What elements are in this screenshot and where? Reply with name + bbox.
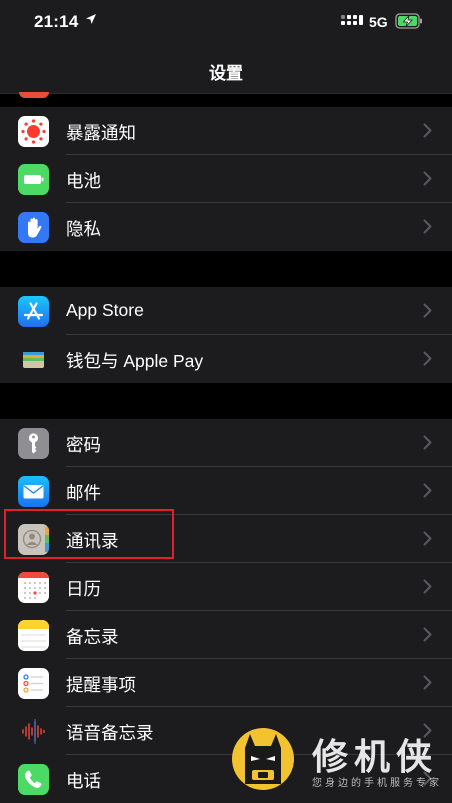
settings-row-app-store[interactable]: App Store	[0, 287, 452, 335]
settings-row-label: 备忘录	[66, 627, 119, 647]
watermark: 修机侠 您身边的手机服务专家	[230, 726, 452, 796]
reminders-icon	[18, 668, 49, 699]
navigation-bar: 设置	[0, 44, 452, 94]
settings-row-privacy[interactable]: 隐私	[0, 203, 452, 251]
settings-row-label: 暴露通知	[66, 123, 136, 143]
chevron-right-icon	[423, 483, 432, 498]
exposure-notification-icon	[18, 116, 49, 147]
chevron-right-icon	[423, 675, 432, 690]
watermark-title: 修机侠	[312, 736, 439, 777]
battery-charging-icon	[395, 13, 422, 29]
chevron-right-icon	[423, 579, 432, 594]
settings-row-notes[interactable]: 备忘录	[0, 611, 452, 659]
key-icon	[18, 428, 49, 459]
chevron-right-icon	[423, 351, 432, 366]
settings-row-label: 电话	[66, 771, 101, 791]
scrolled-icon-edge	[19, 92, 49, 98]
wallet-icon	[18, 344, 49, 375]
cellular-signal-icon	[341, 15, 363, 25]
location-arrow-icon	[86, 14, 96, 24]
settings-row-exposure-notification[interactable]: 暴露通知	[0, 107, 452, 155]
batman-logo-icon	[232, 728, 294, 790]
settings-row-label: 邮件	[66, 483, 101, 503]
chevron-right-icon	[423, 171, 432, 186]
settings-row-label: App Store	[66, 300, 144, 320]
settings-row-label: 隐私	[66, 219, 101, 239]
network-type: 5G	[369, 14, 388, 30]
notes-icon	[18, 620, 49, 651]
settings-group-2: App Store 钱包与 Apple Pay	[0, 287, 452, 383]
app-store-icon	[18, 296, 49, 327]
calendar-icon	[18, 572, 49, 603]
chevron-right-icon	[423, 531, 432, 546]
privacy-hand-icon	[18, 212, 49, 243]
settings-row-label: 密码	[66, 435, 101, 455]
settings-row-label: 钱包与 Apple Pay	[66, 351, 204, 371]
settings-group-1: 暴露通知 电池 隐私	[0, 107, 452, 251]
settings-row-mail[interactable]: 邮件	[0, 467, 452, 515]
status-bar: 21:14 5G	[0, 0, 452, 44]
settings-row-passwords[interactable]: 密码	[0, 419, 452, 467]
chevron-right-icon	[423, 123, 432, 138]
voice-memos-icon	[18, 716, 49, 747]
annotation-highlight-box	[4, 509, 174, 559]
settings-row-label: 电池	[66, 171, 101, 191]
chevron-right-icon	[423, 627, 432, 642]
settings-row-reminders[interactable]: 提醒事项	[0, 659, 452, 707]
page-title: 设置	[209, 64, 243, 83]
phone-icon	[18, 764, 49, 795]
mail-icon	[18, 476, 49, 507]
settings-row-wallet[interactable]: 钱包与 Apple Pay	[0, 335, 452, 383]
settings-row-label: 语音备忘录	[66, 723, 154, 743]
battery-icon	[18, 164, 49, 195]
settings-row-calendar[interactable]: 日历	[0, 563, 452, 611]
watermark-subtitle: 您身边的手机服务专家	[312, 778, 442, 789]
chevron-right-icon	[423, 219, 432, 234]
chevron-right-icon	[423, 435, 432, 450]
chevron-right-icon	[423, 303, 432, 318]
settings-row-label: 提醒事项	[66, 675, 136, 695]
status-time: 21:14	[34, 12, 79, 31]
settings-row-label: 日历	[66, 579, 101, 599]
settings-row-battery[interactable]: 电池	[0, 155, 452, 203]
